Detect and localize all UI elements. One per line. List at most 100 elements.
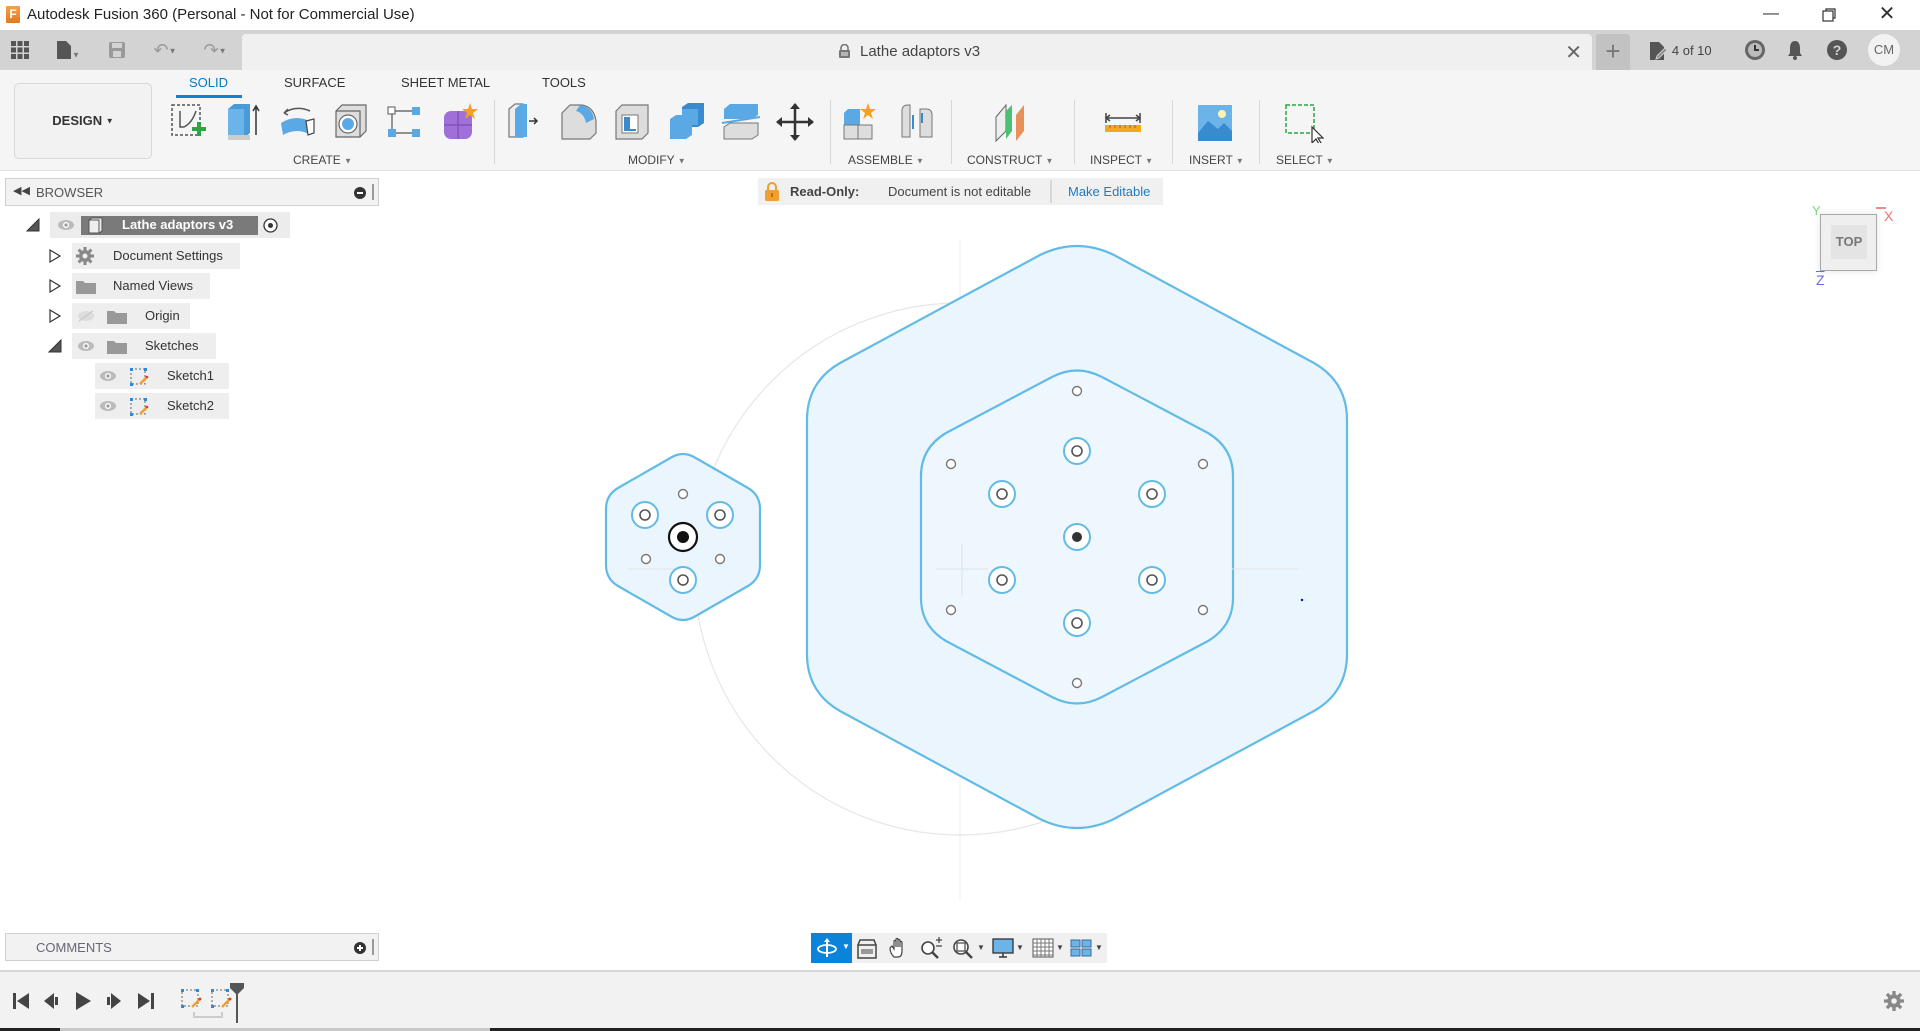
close-window-button[interactable]: ✕ [1858, 0, 1916, 30]
shell-icon[interactable] [612, 101, 654, 143]
revolve-icon[interactable] [276, 101, 318, 143]
chevron-down-icon[interactable]: ▼ [1095, 943, 1103, 952]
history-clock-icon [1745, 40, 1765, 60]
assemble-menu[interactable]: ASSEMBLE ▼ [848, 153, 924, 167]
orbit-icon [817, 938, 837, 957]
active-tab-indicator [176, 95, 242, 98]
chevron-down-icon: ▼ [105, 116, 114, 126]
panel-resize-handle[interactable] [372, 939, 374, 955]
pattern-icon[interactable] [384, 101, 426, 143]
data-panel-button[interactable] [8, 38, 32, 62]
split-body-icon[interactable] [720, 101, 762, 143]
add-comment-icon[interactable] [354, 942, 366, 954]
document-title: Lathe adaptors v3 [860, 43, 981, 60]
select-menu[interactable]: SELECT ▼ [1276, 153, 1334, 167]
new-tab-plus-icon: + [1605, 36, 1621, 66]
insert-image-icon[interactable] [1194, 101, 1236, 143]
help-icon: ? [1827, 40, 1847, 60]
tab-solid[interactable]: SOLID [189, 75, 228, 90]
group-divider [951, 100, 952, 164]
file-menu-button[interactable]: ▼ [50, 38, 86, 62]
step-forward-icon[interactable] [105, 992, 123, 1010]
hole-icon[interactable] [330, 101, 372, 143]
modify-menu[interactable]: MODIFY ▼ [628, 153, 686, 167]
go-to-end-icon[interactable] [137, 992, 155, 1010]
fusion-app-icon: F [6, 6, 20, 23]
divider [1050, 180, 1052, 203]
close-icon: ✕ [1878, 3, 1896, 25]
press-pull-icon[interactable] [505, 101, 547, 143]
window-select-icon[interactable] [1282, 101, 1324, 143]
save-button[interactable] [106, 38, 128, 62]
job-status-text: 4 of 10 [1671, 43, 1712, 58]
new-tab-button[interactable]: + [1596, 34, 1630, 70]
read-only-banner: Read-Only: Document is not editable Make… [758, 178, 1163, 205]
display-settings-icon[interactable] [991, 937, 1015, 959]
create-form-icon[interactable] [438, 101, 480, 143]
fillet-icon[interactable] [558, 101, 600, 143]
play-icon[interactable] [74, 991, 92, 1011]
go-to-start-icon[interactable] [12, 992, 30, 1010]
chevron-down-icon[interactable]: ▼ [842, 942, 850, 951]
tab-sheet-metal[interactable]: SHEET METAL [401, 75, 490, 90]
joint-icon[interactable] [896, 101, 938, 143]
workspace-label: DESIGN [52, 113, 103, 128]
chevron-down-icon[interactable]: ▼ [1016, 943, 1024, 952]
undo-button[interactable]: ↶▼ [146, 38, 184, 62]
offset-plane-icon[interactable] [990, 101, 1032, 143]
help-button[interactable]: ? [1826, 38, 1850, 62]
job-status-button[interactable]: 4 of 10 [1648, 38, 1718, 62]
orbit-button[interactable]: ▼ [811, 933, 852, 963]
restore-button[interactable] [1800, 0, 1858, 30]
new-component-icon[interactable] [840, 101, 882, 143]
viewcube-face-top[interactable]: TOP [1831, 225, 1867, 259]
minimize-button[interactable]: — [1742, 0, 1800, 30]
make-editable-link[interactable]: Make Editable [1068, 184, 1150, 199]
look-at-icon[interactable] [855, 937, 879, 959]
viewcube-axis-z: Z [1816, 272, 1825, 288]
timeline-feature-sketch1[interactable] [180, 988, 202, 1010]
viewcube-axis-x: X [1884, 208, 1894, 224]
design-canvas[interactable] [0, 171, 1920, 931]
chevron-down-icon[interactable]: ▼ [977, 943, 985, 952]
grid-snaps-icon[interactable] [1031, 937, 1055, 959]
ribbon-toolbar: DESIGN ▼ SOLID SURFACE SHEET METAL TOOLS… [0, 70, 1920, 171]
timeline-settings-gear-icon[interactable] [1884, 991, 1904, 1011]
comments-title: COMMENTS [36, 940, 112, 955]
chevron-down-icon[interactable]: ▼ [1056, 943, 1064, 952]
inspect-menu[interactable]: INSPECT ▼ [1090, 153, 1153, 167]
user-avatar[interactable]: CM [1868, 34, 1900, 66]
redo-button[interactable]: ↷▼ [196, 38, 234, 62]
measure-icon[interactable] [1102, 101, 1144, 143]
comments-panel-header[interactable]: COMMENTS [5, 933, 379, 961]
save-icon [109, 42, 125, 58]
combine-icon[interactable] [666, 101, 708, 143]
title-bar: F Autodesk Fusion 360 (Personal - Not fo… [0, 0, 1920, 30]
viewports-icon[interactable] [1069, 937, 1093, 959]
create-sketch-icon[interactable] [168, 101, 210, 143]
data-panel-grid-icon [11, 41, 29, 59]
zoom-icon[interactable] [919, 937, 943, 959]
step-back-icon[interactable] [42, 992, 60, 1010]
viewcube[interactable]: TOP [1820, 214, 1877, 271]
notifications-button[interactable] [1786, 38, 1808, 62]
fit-zoom-window-icon[interactable] [951, 937, 975, 959]
workspace-switcher[interactable]: DESIGN ▼ [14, 83, 152, 159]
extrude-icon[interactable] [222, 101, 264, 143]
group-divider [1172, 100, 1173, 164]
create-menu[interactable]: CREATE ▼ [293, 153, 352, 167]
history-button[interactable] [1744, 38, 1768, 62]
svg-text:?: ? [1833, 42, 1842, 58]
insert-menu[interactable]: INSERT ▼ [1189, 153, 1244, 167]
restore-icon [1822, 8, 1836, 22]
tab-tools[interactable]: TOOLS [542, 75, 586, 90]
construct-menu[interactable]: CONSTRUCT ▼ [967, 153, 1053, 167]
redo-icon: ↷ [203, 40, 219, 60]
document-tab[interactable]: Lathe adaptors v3 ✕ [242, 34, 1592, 70]
close-tab-icon[interactable]: ✕ [1565, 40, 1582, 65]
sketch-point [1300, 598, 1304, 602]
pan-hand-icon[interactable] [887, 937, 911, 959]
timeline-marker[interactable] [229, 982, 245, 1024]
move-copy-icon[interactable] [774, 101, 816, 143]
tab-surface[interactable]: SURFACE [284, 75, 345, 90]
